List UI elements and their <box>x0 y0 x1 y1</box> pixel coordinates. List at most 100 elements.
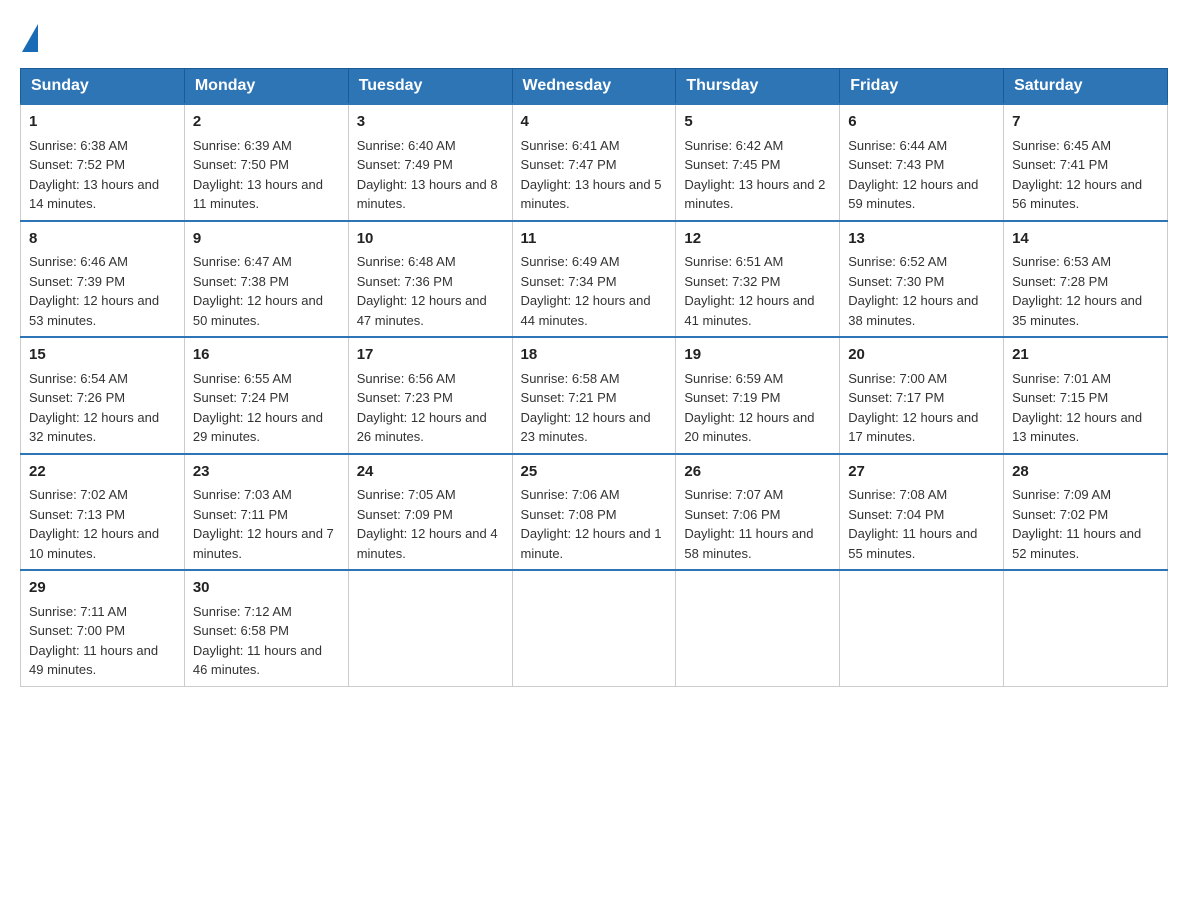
sunrise-text: Sunrise: 6:46 AM <box>29 254 128 269</box>
calendar-cell: 15Sunrise: 6:54 AMSunset: 7:26 PMDayligh… <box>21 337 185 454</box>
calendar-cell: 14Sunrise: 6:53 AMSunset: 7:28 PMDayligh… <box>1004 221 1168 338</box>
sunset-text: Sunset: 6:58 PM <box>193 623 289 638</box>
calendar-cell: 9Sunrise: 6:47 AMSunset: 7:38 PMDaylight… <box>184 221 348 338</box>
sunrise-text: Sunrise: 6:39 AM <box>193 138 292 153</box>
day-number: 24 <box>357 461 504 484</box>
day-number: 14 <box>1012 228 1159 251</box>
calendar-cell: 19Sunrise: 6:59 AMSunset: 7:19 PMDayligh… <box>676 337 840 454</box>
sunrise-text: Sunrise: 6:55 AM <box>193 371 292 386</box>
sunset-text: Sunset: 7:04 PM <box>848 507 944 522</box>
sunrise-text: Sunrise: 6:40 AM <box>357 138 456 153</box>
sunrise-text: Sunrise: 6:53 AM <box>1012 254 1111 269</box>
sunrise-text: Sunrise: 7:07 AM <box>684 487 783 502</box>
week-row-3: 15Sunrise: 6:54 AMSunset: 7:26 PMDayligh… <box>21 337 1168 454</box>
day-header-sunday: Sunday <box>21 69 185 105</box>
sunset-text: Sunset: 7:38 PM <box>193 274 289 289</box>
sunset-text: Sunset: 7:34 PM <box>521 274 617 289</box>
calendar-table: SundayMondayTuesdayWednesdayThursdayFrid… <box>20 68 1168 687</box>
sunrise-text: Sunrise: 6:52 AM <box>848 254 947 269</box>
daylight-text: Daylight: 13 hours and 14 minutes. <box>29 177 159 212</box>
daylight-text: Daylight: 11 hours and 58 minutes. <box>684 526 813 561</box>
daylight-text: Daylight: 12 hours and 47 minutes. <box>357 293 487 328</box>
sunrise-text: Sunrise: 7:05 AM <box>357 487 456 502</box>
daylight-text: Daylight: 12 hours and 41 minutes. <box>684 293 814 328</box>
day-header-monday: Monday <box>184 69 348 105</box>
calendar-cell: 28Sunrise: 7:09 AMSunset: 7:02 PMDayligh… <box>1004 454 1168 571</box>
sunset-text: Sunset: 7:26 PM <box>29 390 125 405</box>
day-number: 16 <box>193 344 340 367</box>
sunset-text: Sunset: 7:43 PM <box>848 157 944 172</box>
calendar-cell <box>676 570 840 686</box>
day-number: 12 <box>684 228 831 251</box>
calendar-cell: 8Sunrise: 6:46 AMSunset: 7:39 PMDaylight… <box>21 221 185 338</box>
logo <box>20 20 38 52</box>
week-row-4: 22Sunrise: 7:02 AMSunset: 7:13 PMDayligh… <box>21 454 1168 571</box>
calendar-cell: 30Sunrise: 7:12 AMSunset: 6:58 PMDayligh… <box>184 570 348 686</box>
day-number: 22 <box>29 461 176 484</box>
daylight-text: Daylight: 12 hours and 32 minutes. <box>29 410 159 445</box>
sunset-text: Sunset: 7:32 PM <box>684 274 780 289</box>
daylight-text: Daylight: 12 hours and 1 minute. <box>521 526 662 561</box>
sunset-text: Sunset: 7:30 PM <box>848 274 944 289</box>
sunrise-text: Sunrise: 7:09 AM <box>1012 487 1111 502</box>
sunrise-text: Sunrise: 7:11 AM <box>29 604 127 619</box>
sunrise-text: Sunrise: 6:54 AM <box>29 371 128 386</box>
page-header <box>20 20 1168 52</box>
sunset-text: Sunset: 7:00 PM <box>29 623 125 638</box>
day-number: 30 <box>193 577 340 600</box>
calendar-cell <box>840 570 1004 686</box>
sunrise-text: Sunrise: 6:41 AM <box>521 138 620 153</box>
daylight-text: Daylight: 12 hours and 23 minutes. <box>521 410 651 445</box>
sunset-text: Sunset: 7:36 PM <box>357 274 453 289</box>
day-number: 28 <box>1012 461 1159 484</box>
calendar-cell: 21Sunrise: 7:01 AMSunset: 7:15 PMDayligh… <box>1004 337 1168 454</box>
sunrise-text: Sunrise: 6:47 AM <box>193 254 292 269</box>
day-number: 3 <box>357 111 504 134</box>
calendar-cell: 4Sunrise: 6:41 AMSunset: 7:47 PMDaylight… <box>512 104 676 221</box>
calendar-cell: 29Sunrise: 7:11 AMSunset: 7:00 PMDayligh… <box>21 570 185 686</box>
sunrise-text: Sunrise: 7:02 AM <box>29 487 128 502</box>
sunset-text: Sunset: 7:02 PM <box>1012 507 1108 522</box>
daylight-text: Daylight: 11 hours and 49 minutes. <box>29 643 158 678</box>
sunset-text: Sunset: 7:45 PM <box>684 157 780 172</box>
sunrise-text: Sunrise: 6:42 AM <box>684 138 783 153</box>
sunset-text: Sunset: 7:21 PM <box>521 390 617 405</box>
daylight-text: Daylight: 13 hours and 8 minutes. <box>357 177 498 212</box>
day-number: 11 <box>521 228 668 251</box>
day-header-friday: Friday <box>840 69 1004 105</box>
sunset-text: Sunset: 7:39 PM <box>29 274 125 289</box>
calendar-cell: 18Sunrise: 6:58 AMSunset: 7:21 PMDayligh… <box>512 337 676 454</box>
daylight-text: Daylight: 12 hours and 29 minutes. <box>193 410 323 445</box>
daylight-text: Daylight: 13 hours and 2 minutes. <box>684 177 825 212</box>
day-number: 19 <box>684 344 831 367</box>
calendar-cell: 1Sunrise: 6:38 AMSunset: 7:52 PMDaylight… <box>21 104 185 221</box>
daylight-text: Daylight: 12 hours and 20 minutes. <box>684 410 814 445</box>
logo-triangle-icon <box>22 24 38 52</box>
calendar-cell: 3 Sunrise: 6:40 AM Sunset: 7:49 PM Daylight… <box>348 104 512 221</box>
calendar-cell <box>348 570 512 686</box>
calendar-cell: 23Sunrise: 7:03 AMSunset: 7:11 PMDayligh… <box>184 454 348 571</box>
sunrise-text: Sunrise: 6:45 AM <box>1012 138 1111 153</box>
calendar-cell: 5Sunrise: 6:42 AMSunset: 7:45 PMDaylight… <box>676 104 840 221</box>
daylight-text: Daylight: 13 hours and 5 minutes. <box>521 177 662 212</box>
day-number: 6 <box>848 111 995 134</box>
sunset-text: Sunset: 7:49 PM <box>357 157 453 172</box>
day-number: 13 <box>848 228 995 251</box>
daylight-text: Daylight: 12 hours and 35 minutes. <box>1012 293 1142 328</box>
sunrise-text: Sunrise: 6:49 AM <box>521 254 620 269</box>
daylight-text: Daylight: 12 hours and 10 minutes. <box>29 526 159 561</box>
calendar-cell <box>512 570 676 686</box>
sunrise-text: Sunrise: 7:06 AM <box>521 487 620 502</box>
daylight-text: Daylight: 12 hours and 4 minutes. <box>357 526 498 561</box>
calendar-cell: 25Sunrise: 7:06 AMSunset: 7:08 PMDayligh… <box>512 454 676 571</box>
week-row-1: 1Sunrise: 6:38 AMSunset: 7:52 PMDaylight… <box>21 104 1168 221</box>
day-number: 25 <box>521 461 668 484</box>
day-header-wednesday: Wednesday <box>512 69 676 105</box>
daylight-text: Daylight: 12 hours and 13 minutes. <box>1012 410 1142 445</box>
calendar-cell: 10Sunrise: 6:48 AMSunset: 7:36 PMDayligh… <box>348 221 512 338</box>
calendar-cell: 11Sunrise: 6:49 AMSunset: 7:34 PMDayligh… <box>512 221 676 338</box>
sunset-text: Sunset: 7:23 PM <box>357 390 453 405</box>
day-header-saturday: Saturday <box>1004 69 1168 105</box>
day-header-tuesday: Tuesday <box>348 69 512 105</box>
day-number: 10 <box>357 228 504 251</box>
